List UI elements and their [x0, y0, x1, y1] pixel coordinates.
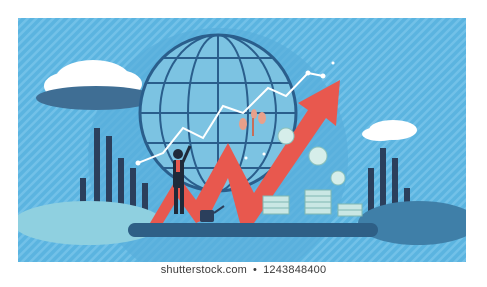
growth-illustration [18, 18, 466, 262]
watermark: shutterstock.com • 1243848400 [0, 264, 487, 282]
ground-base [128, 223, 378, 237]
image-frame: shutterstock.com • 1243848400 [0, 0, 487, 287]
watermark-separator: • [253, 264, 258, 276]
watermark-site: shutterstock.com [160, 264, 248, 276]
illustration [18, 18, 466, 262]
watermark-image-number: 1243848400 [263, 264, 327, 276]
